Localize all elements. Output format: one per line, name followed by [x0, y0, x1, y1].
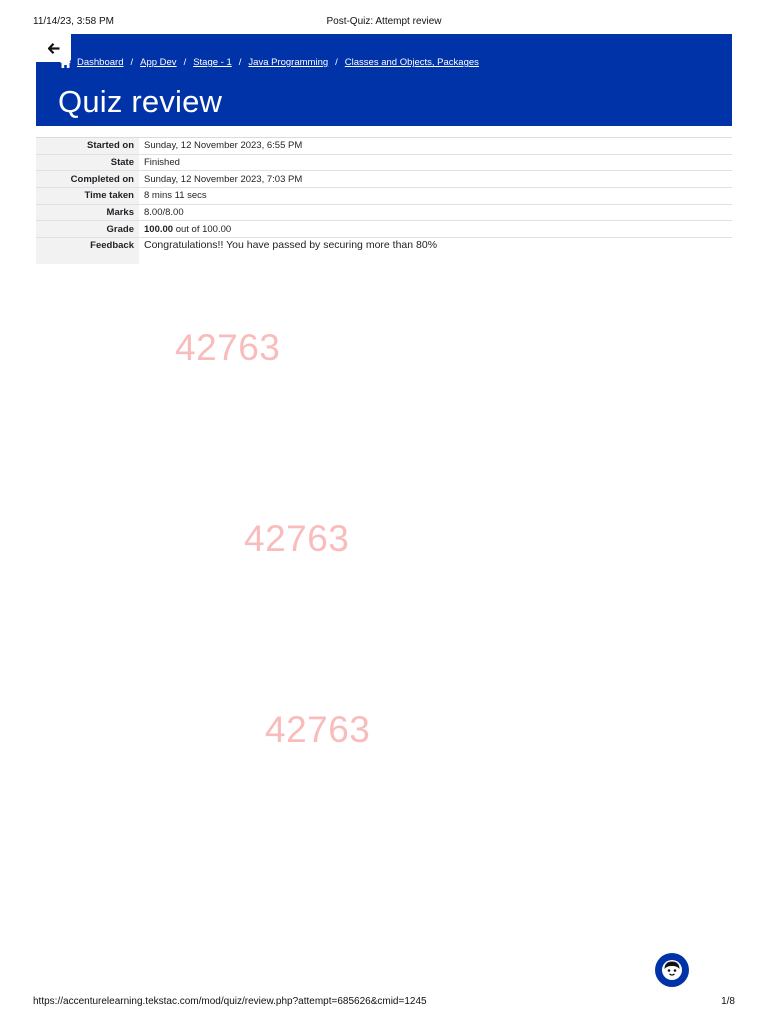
breadcrumb-separator: / [183, 57, 187, 68]
breadcrumb-link-dashboard[interactable]: Dashboard [77, 57, 123, 68]
summary-label: State [36, 154, 139, 171]
summary-row-completed-on: Completed on Sunday, 12 November 2023, 7… [36, 170, 732, 188]
page-header-banner: Dashboard / App Dev / Stage - 1 / Java P… [36, 34, 732, 126]
summary-label: Marks [36, 204, 139, 221]
home-icon [60, 57, 71, 68]
chat-avatar-icon [662, 960, 682, 980]
breadcrumb-separator: / [238, 57, 242, 68]
summary-label: Started on [36, 137, 139, 155]
breadcrumb-link-app-dev[interactable]: App Dev [140, 57, 176, 68]
chat-button[interactable] [655, 953, 689, 987]
print-document-title: Post-Quiz: Attempt review [326, 16, 442, 27]
page-title: Quiz review [58, 84, 223, 119]
summary-value: 100.00 out of 100.00 [139, 221, 732, 238]
grade-out-of: out of 100.00 [173, 223, 232, 235]
summary-label: Feedback [36, 237, 139, 265]
print-page-number: 1/8 [721, 996, 735, 1007]
breadcrumb-link-classes-objects-packages[interactable]: Classes and Objects, Packages [345, 57, 479, 68]
summary-row-grade: Grade 100.00 out of 100.00 [36, 220, 732, 238]
print-footer: https://accenturelearning.tekstac.com/mo… [33, 996, 735, 1010]
summary-row-marks: Marks 8.00/8.00 [36, 204, 732, 221]
grade-score: 100.00 [144, 223, 174, 235]
summary-value: Sunday, 12 November 2023, 7:03 PM [144, 173, 303, 185]
print-url: https://accenturelearning.tekstac.com/mo… [33, 996, 427, 1007]
breadcrumb-separator: / [130, 57, 134, 68]
print-header: 11/14/23, 3:58 PM Post-Quiz: Attempt rev… [33, 16, 735, 30]
summary-label: Time taken [36, 187, 139, 205]
breadcrumb-link-java-programming[interactable]: Java Programming [248, 57, 328, 68]
watermark: 42763 [175, 327, 281, 368]
attempt-summary-table: Started on Sunday, 12 November 2023, 6:5… [36, 137, 732, 265]
summary-row-feedback: Feedback Congratulations!! You have pass… [36, 237, 732, 265]
arrow-left-icon [47, 42, 59, 54]
breadcrumb: Dashboard / App Dev / Stage - 1 / Java P… [60, 57, 479, 68]
breadcrumb-link-stage-1[interactable]: Stage - 1 [193, 57, 232, 68]
summary-label: Completed on [36, 170, 139, 188]
summary-row-time-taken: Time taken 8 mins 11 secs [36, 187, 732, 205]
summary-value: 8 mins 11 secs [144, 190, 207, 202]
feedback-text: Congratulations!! You have passed by sec… [144, 239, 438, 252]
summary-row-state: State Finished [36, 154, 732, 171]
summary-value: Sunday, 12 November 2023, 6:55 PM [144, 140, 303, 152]
watermark: 42763 [265, 709, 371, 750]
summary-label: Grade [36, 220, 139, 238]
summary-row-started-on: Started on Sunday, 12 November 2023, 6:5… [36, 137, 732, 155]
watermark: 42763 [244, 518, 350, 559]
summary-value: 8.00/8.00 [144, 207, 184, 219]
summary-value: Finished [144, 157, 180, 169]
breadcrumb-separator: / [335, 57, 338, 68]
